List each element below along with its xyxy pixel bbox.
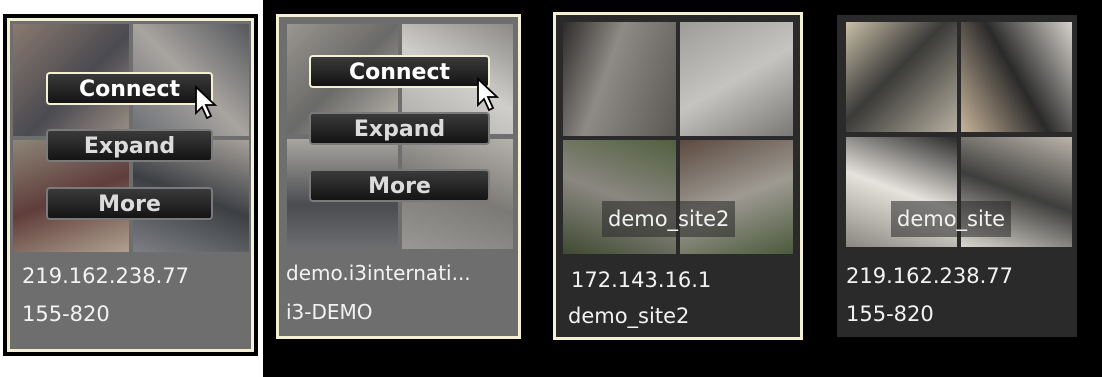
site-card-2[interactable]: Connect Expand More demo.i3internati... … [276,14,521,339]
site-card-1[interactable]: Connect Expand More 219.162.238.77 155-8… [3,14,258,356]
mouse-cursor-icon [195,85,218,120]
connect-button[interactable]: Connect [46,72,213,105]
expand-button[interactable]: Expand [309,112,490,145]
camera-tile [961,22,1072,132]
connect-button[interactable]: Connect [309,55,490,88]
camera-site-label: demo_site2 [602,201,736,237]
site-card-1-frame: Connect Expand More 219.162.238.77 155-8… [7,18,254,352]
site-name: 155-820 [22,302,110,326]
expand-button[interactable]: Expand [46,129,213,162]
site-card-4[interactable]: demo_site 219.162.238.77 155-820 [837,15,1077,337]
site-name: demo_site2 [568,304,690,328]
mouse-cursor-icon [477,77,500,112]
site-card-3[interactable]: demo_site2 172.143.16.1 demo_site2 [553,12,803,340]
camera-tile [680,22,793,136]
site-ip: 172.143.16.1 [571,268,712,292]
camera-tile [846,22,957,132]
camera-site-label: demo_site [891,201,1011,237]
site-name: 155-820 [846,302,934,326]
camera-tile [563,22,676,136]
more-button[interactable]: More [309,169,490,202]
site-name: i3-DEMO [286,300,373,324]
site-ip: 219.162.238.77 [22,264,189,288]
site-ip: demo.i3internati... [286,261,471,285]
more-button[interactable]: More [46,187,213,220]
site-ip: 219.162.238.77 [846,264,1013,288]
